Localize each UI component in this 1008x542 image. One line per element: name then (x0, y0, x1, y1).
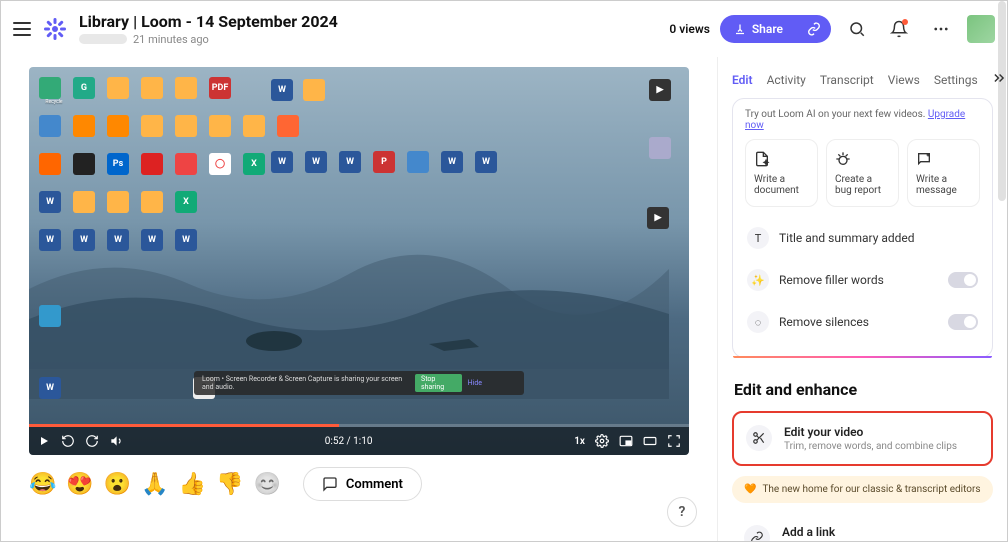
bug-sparkle-icon (835, 150, 853, 168)
rewind-icon[interactable] (61, 434, 75, 448)
link-icon (744, 525, 770, 541)
remove-silences-row: ◌ Remove silences (745, 301, 980, 343)
wand-icon: ✨ (747, 269, 769, 291)
write-message-button[interactable]: Write a message (907, 139, 980, 207)
bug-report-button[interactable]: Create a bug report (826, 139, 899, 207)
add-link-card[interactable]: Add a link Link a document, calendly, an… (732, 515, 993, 541)
tab-edit[interactable]: Edit (732, 73, 753, 87)
share-button[interactable]: Share (720, 15, 797, 43)
hide-button[interactable]: Hide (468, 379, 482, 387)
topbar: Library | Loom - 14 September 2024 21 mi… (1, 1, 1007, 57)
search-icon[interactable] (841, 13, 873, 45)
author-placeholder (79, 34, 127, 44)
emoji-joy[interactable]: 😂 (29, 472, 56, 497)
ai-card: Try out Loom AI on your next few videos.… (732, 98, 993, 358)
screen-share-bar: Loom • Screen Recorder & Screen Capture … (194, 371, 524, 395)
settings-icon[interactable] (595, 434, 609, 448)
silences-toggle[interactable] (948, 314, 978, 330)
topbar-right: 0 views Share (669, 13, 995, 45)
filler-toggle[interactable] (948, 272, 978, 288)
tab-settings[interactable]: Settings (934, 73, 978, 87)
bell-icon[interactable] (883, 13, 915, 45)
stop-sharing-button[interactable]: Stop sharing (415, 374, 462, 392)
text-icon: T (747, 227, 769, 249)
copy-link-button[interactable] (797, 15, 831, 43)
playback-speed[interactable]: 1x (574, 436, 585, 447)
video-content: Recycle G PDF Ps (29, 67, 689, 427)
scissors-icon (746, 425, 772, 451)
pip-icon[interactable] (619, 434, 633, 448)
theater-icon[interactable] (643, 434, 657, 448)
edit-video-sub: Trim, remove words, and combine clips (784, 441, 957, 452)
share-group: Share (720, 15, 831, 43)
ai-banner: Try out Loom AI on your next few videos.… (745, 109, 980, 131)
remove-filler-row: ✨ Remove filler words (745, 259, 980, 301)
fullscreen-icon[interactable] (667, 434, 681, 448)
loom-logo[interactable] (43, 17, 67, 41)
forward-icon[interactable] (85, 434, 99, 448)
page-title: Library | Loom - 14 September 2024 (79, 12, 657, 31)
add-link-title: Add a link (782, 525, 943, 539)
more-icon[interactable] (925, 13, 957, 45)
play-icon[interactable] (37, 434, 51, 448)
expand-icon[interactable] (992, 71, 1006, 88)
comment-label: Comment (346, 477, 403, 492)
side-tabs: Edit Activity Transcript Views Settings (732, 57, 993, 98)
tab-transcript[interactable]: Transcript (820, 73, 874, 87)
video-controls: 0:52 / 1:10 1x (29, 427, 689, 455)
side-panel: Edit Activity Transcript Views Settings … (717, 57, 1007, 541)
timeago: 21 minutes ago (133, 33, 209, 46)
emoji-heart-eyes[interactable]: 😍 (66, 472, 93, 497)
help-button[interactable]: ? (667, 497, 697, 527)
emoji-thumbs-up[interactable]: 👍 (179, 472, 206, 497)
silence-icon: ◌ (747, 311, 769, 333)
editor-banner: 🧡 The new home for our classic & transcr… (732, 476, 993, 503)
title-block: Library | Loom - 14 September 2024 21 mi… (79, 12, 657, 46)
video-time: 0:52 / 1:10 (325, 436, 373, 447)
desktop-right-icons: ▶ (649, 79, 671, 159)
comment-button[interactable]: Comment (303, 467, 422, 501)
page-subtitle: 21 minutes ago (79, 33, 657, 46)
emoji-add[interactable]: 😊 (253, 472, 280, 497)
write-doc-button[interactable]: Write a document (745, 139, 818, 207)
menu-icon[interactable] (13, 22, 31, 36)
doc-sparkle-icon (754, 150, 772, 168)
layout: Recycle G PDF Ps (1, 57, 1007, 541)
tab-views[interactable]: Views (888, 73, 920, 87)
notification-dot (902, 19, 908, 25)
video-player[interactable]: Recycle G PDF Ps (29, 67, 689, 455)
main-column: Recycle G PDF Ps (1, 57, 717, 541)
title-summary-row[interactable]: T Title and summary added (745, 217, 980, 259)
message-sparkle-icon (916, 150, 934, 168)
emoji-thumbs-down[interactable]: 👎 (216, 472, 243, 497)
share-label: Share (752, 22, 783, 36)
edit-video-card[interactable]: Edit your video Trim, remove words, and … (732, 411, 993, 466)
ai-actions: Write a document Create a bug report Wri… (745, 139, 980, 207)
view-count: 0 views (669, 22, 709, 36)
tab-activity[interactable]: Activity (767, 73, 806, 87)
volume-icon[interactable] (109, 434, 123, 448)
sparkle-icon: 🧡 (744, 484, 756, 495)
section-edit-enhance: Edit and enhance (734, 380, 993, 399)
emoji-shocked[interactable]: 😮 (104, 472, 131, 497)
emoji-pray[interactable]: 🙏 (141, 472, 168, 497)
reaction-row: 😂 😍 😮 🙏 👍 👎 😊 Comment (29, 455, 689, 513)
edit-video-title: Edit your video (784, 425, 957, 439)
avatar[interactable] (967, 15, 995, 43)
share-bar-text: Loom • Screen Recorder & Screen Capture … (202, 375, 409, 391)
